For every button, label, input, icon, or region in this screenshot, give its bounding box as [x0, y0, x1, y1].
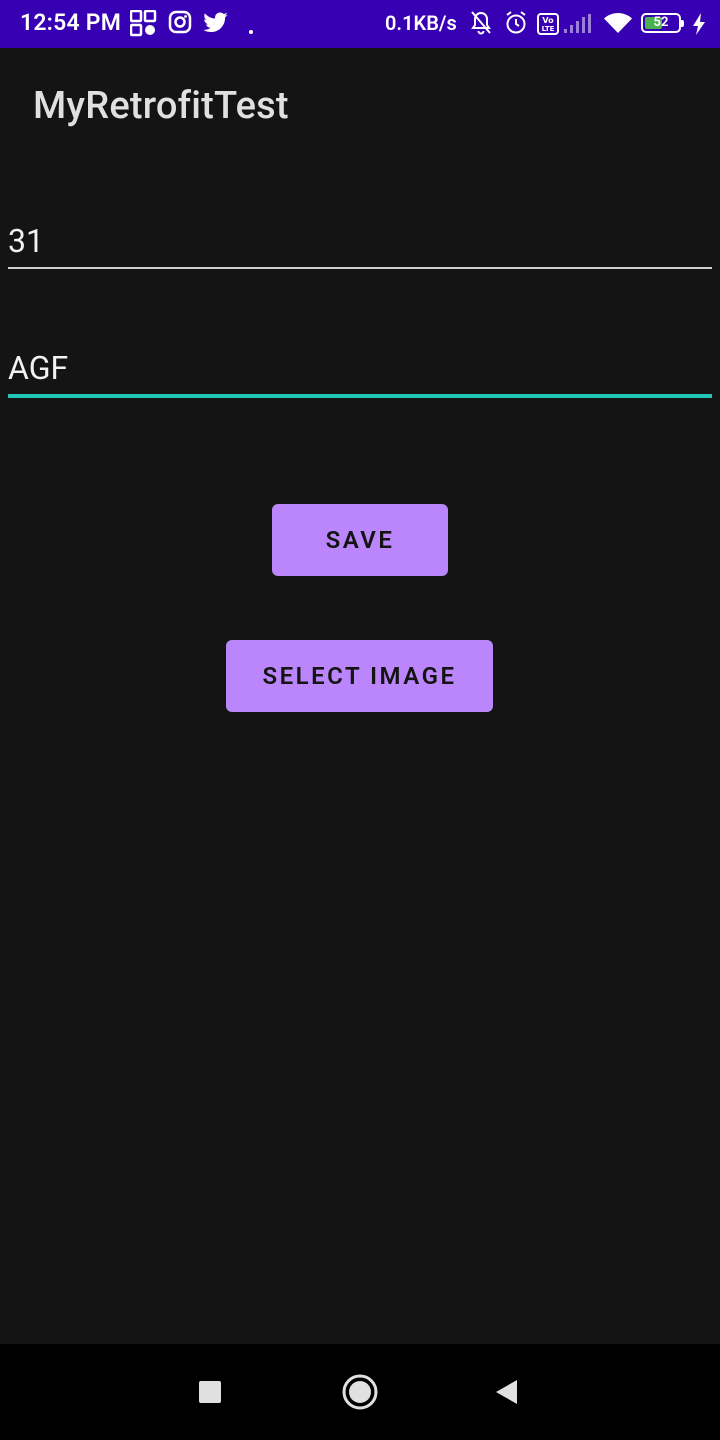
- volte-icon: Vo LTE: [537, 13, 559, 39]
- text-input-underline-focused: [8, 394, 712, 398]
- svg-text:LTE: LTE: [542, 25, 555, 33]
- wifi-icon: [603, 12, 633, 38]
- number-input-underline: [8, 267, 712, 269]
- network-speed: 0.1KB/s: [385, 11, 457, 35]
- twitter-icon: [202, 12, 229, 38]
- text-input[interactable]: AGF: [8, 349, 712, 409]
- status-bar: 12:54 PM 0.1KB/s Vo LTE 52: [0, 0, 720, 48]
- recents-button[interactable]: [186, 1344, 234, 1440]
- battery-level: 52: [653, 15, 669, 30]
- back-button[interactable]: [482, 1344, 530, 1440]
- status-time: 12:54 PM: [20, 9, 122, 36]
- number-input-value[interactable]: 31: [8, 222, 44, 260]
- svg-text:Vo: Vo: [542, 16, 554, 25]
- select-image-button[interactable]: SELECT IMAGE: [226, 640, 493, 712]
- back-triangle-icon: [496, 1380, 517, 1404]
- mute-icon: [469, 10, 493, 40]
- save-button[interactable]: SAVE: [272, 504, 448, 576]
- charging-icon: [692, 12, 706, 40]
- text-input-value[interactable]: AGF: [8, 349, 68, 387]
- home-circle-icon: [342, 1374, 378, 1410]
- app-grid-icon: [129, 9, 157, 41]
- instagram-icon: [168, 10, 192, 38]
- app-title: MyRetrofitTest: [33, 84, 289, 128]
- alarm-icon: [504, 10, 528, 40]
- recents-square-icon: [199, 1381, 221, 1403]
- home-button[interactable]: [336, 1344, 384, 1440]
- number-input[interactable]: 31: [8, 222, 712, 282]
- navigation-bar: [0, 1344, 720, 1440]
- cell-signal-icon: [562, 14, 592, 38]
- notification-dot-icon: [248, 20, 254, 39]
- battery-icon: 52: [641, 13, 684, 33]
